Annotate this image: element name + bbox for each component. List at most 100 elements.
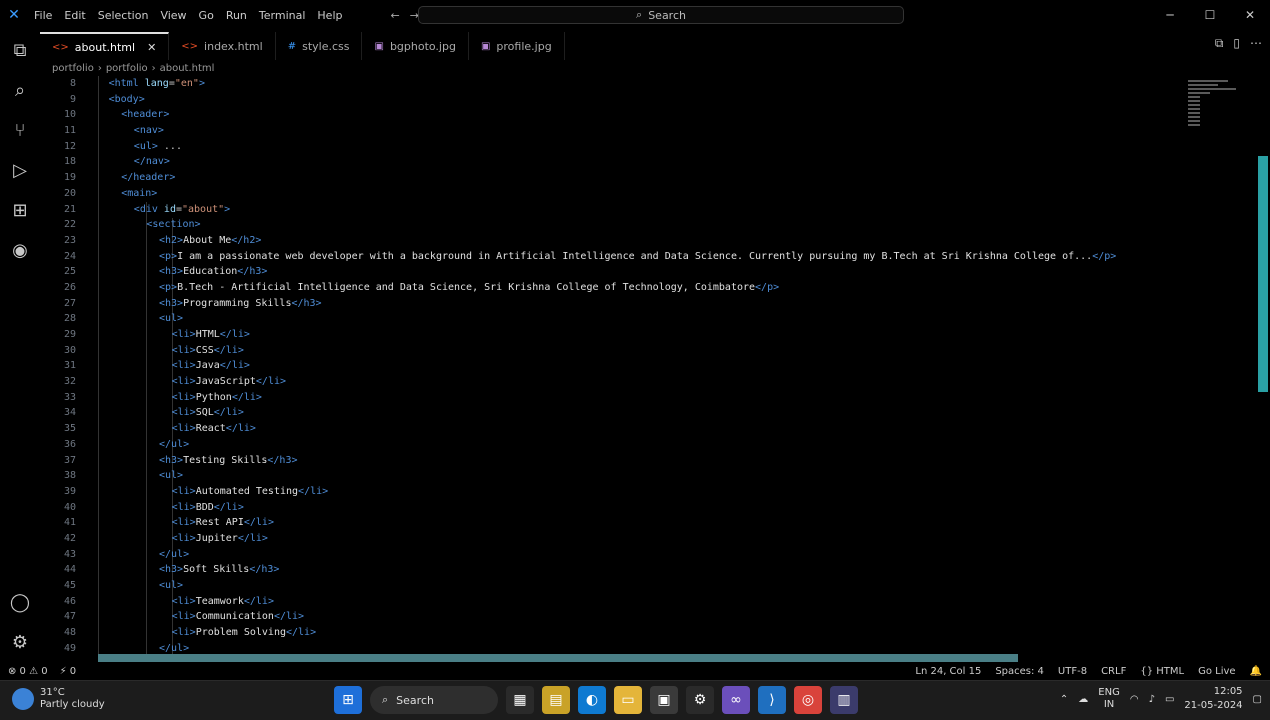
code-line[interactable]: 23 <h2>About Me</h2> — [40, 233, 1256, 249]
code-line[interactable]: 45 <ul> — [40, 578, 1256, 594]
back-arrow-icon[interactable]: ← — [390, 9, 399, 22]
breadcrumb-item[interactable]: portfolio — [52, 63, 94, 74]
notification-icon[interactable]: ▢ — [1253, 694, 1262, 705]
visual-studio-icon[interactable]: ∞ — [722, 686, 750, 714]
code-line[interactable]: 30 <li>CSS</li> — [40, 343, 1256, 359]
run-debug-icon[interactable]: ▷ — [0, 150, 40, 190]
tab-profile-jpg[interactable]: ▣ profile.jpg — [469, 32, 565, 60]
clock[interactable]: 12:05 21-05-2024 — [1184, 685, 1242, 713]
menu-item-selection[interactable]: Selection — [98, 9, 149, 22]
command-search-box[interactable]: ⌕ Search — [418, 6, 904, 24]
battery-icon[interactable]: ▭ — [1165, 694, 1174, 705]
code-line[interactable]: 49 </ul> — [40, 641, 1256, 654]
status-right-item[interactable]: Spaces: 4 — [995, 666, 1044, 677]
code-line[interactable]: 8 <html lang="en"> — [40, 76, 1256, 92]
breadcrumb-item[interactable]: portfolio — [106, 63, 148, 74]
code-line[interactable]: 37 <h3>Testing Skills</h3> — [40, 453, 1256, 469]
menu-item-file[interactable]: File — [34, 9, 52, 22]
code-line[interactable]: 47 <li>Communication</li> — [40, 609, 1256, 625]
menu-item-run[interactable]: Run — [226, 9, 247, 22]
code-line[interactable]: 20 <main> — [40, 186, 1256, 202]
code-line[interactable]: 10 <header> — [40, 107, 1256, 123]
copilot-icon[interactable]: ◉ — [0, 230, 40, 270]
status-right-item[interactable]: Go Live — [1198, 666, 1235, 677]
status-right-item[interactable]: UTF-8 — [1058, 666, 1087, 677]
tab-style-css[interactable]: # style.css — [276, 32, 363, 60]
tray-chevron-icon[interactable]: ⌃ — [1060, 694, 1068, 705]
code-line[interactable]: 48 <li>Problem Solving</li> — [40, 625, 1256, 641]
code-line[interactable]: 41 <li>Rest API</li> — [40, 515, 1256, 531]
layout-icon[interactable]: ▯ — [1233, 36, 1240, 51]
start-icon[interactable]: ⊞ — [334, 686, 362, 714]
menu-item-help[interactable]: Help — [317, 9, 342, 22]
status-right-item[interactable]: {} HTML — [1140, 666, 1184, 677]
vscode-icon[interactable]: ⟩ — [758, 686, 786, 714]
tab-about-html[interactable]: <> about.html ✕ — [40, 32, 170, 60]
code-line[interactable]: 42 <li>Jupiter</li> — [40, 531, 1256, 547]
menu-item-go[interactable]: Go — [199, 9, 214, 22]
code-line[interactable]: 18 </nav> — [40, 154, 1256, 170]
settings-icon[interactable]: ⚙ — [686, 686, 714, 714]
code-line[interactable]: 32 <li>JavaScript</li> — [40, 374, 1256, 390]
code-line[interactable]: 39 <li>Automated Testing</li> — [40, 484, 1256, 500]
code-line[interactable]: 46 <li>Teamwork</li> — [40, 594, 1256, 610]
source-control-icon[interactable]: ⑂ — [0, 110, 40, 150]
status-left-item[interactable]: ⊗ 0 ⚠ 0 — [8, 666, 48, 677]
minimap[interactable] — [1188, 78, 1248, 148]
status-right-item[interactable]: 🔔 — [1250, 666, 1262, 677]
code-line[interactable]: 9 <body> — [40, 92, 1256, 108]
notes-icon[interactable]: ▤ — [542, 686, 570, 714]
status-left-item[interactable]: ⚡ 0 — [60, 666, 77, 677]
code-line[interactable]: 28 <ul> — [40, 311, 1256, 327]
settings-gear-icon[interactable]: ⚙ — [0, 622, 40, 662]
volume-icon[interactable]: ♪ — [1149, 694, 1155, 705]
code-line[interactable]: 19 </header> — [40, 170, 1256, 186]
close-icon[interactable]: ✕ — [1230, 0, 1270, 30]
code-line[interactable]: 43 </ul> — [40, 547, 1256, 563]
code-line[interactable]: 26 <p>B.Tech - Artificial Intelligence an… — [40, 280, 1256, 296]
search-icon[interactable]: ⌕ — [0, 70, 40, 110]
horizontal-scrollbar[interactable] — [98, 654, 1018, 662]
explorer-icon[interactable]: ⧉ — [0, 30, 40, 70]
menu-item-edit[interactable]: Edit — [64, 9, 85, 22]
tab-index-html[interactable]: <> index.html — [169, 32, 276, 60]
code-line[interactable]: 35 <li>React</li> — [40, 421, 1256, 437]
breadcrumb-item[interactable]: about.html — [160, 63, 215, 74]
status-right-item[interactable]: CRLF — [1101, 666, 1126, 677]
menu-item-terminal[interactable]: Terminal — [259, 9, 306, 22]
weather-widget[interactable]: 31°C Partly cloudy — [12, 687, 105, 711]
code-line[interactable]: 12 <ul> ... — [40, 139, 1256, 155]
language-indicator[interactable]: ENG IN — [1098, 687, 1120, 711]
status-right-item[interactable]: Ln 24, Col 15 — [915, 666, 981, 677]
code-line[interactable]: 40 <li>BDD</li> — [40, 500, 1256, 516]
menu-item-view[interactable]: View — [160, 9, 186, 22]
code-line[interactable]: 24 <p>I am a passionate web developer wit… — [40, 249, 1256, 265]
code-line[interactable]: 22 <section> — [40, 217, 1256, 233]
code-line[interactable]: 44 <h3>Soft Skills</h3> — [40, 562, 1256, 578]
taskbar-search-box[interactable]: ⌕ Search — [370, 686, 498, 714]
folder-icon[interactable]: ▭ — [614, 686, 642, 714]
account-icon[interactable]: ◯ — [0, 582, 40, 622]
code-line[interactable]: 21 <div id="about"> — [40, 202, 1256, 218]
code-line[interactable]: 25 <h3>Education</h3> — [40, 264, 1256, 280]
chrome-icon[interactable]: ◎ — [794, 686, 822, 714]
code-line[interactable]: 36 </ul> — [40, 437, 1256, 453]
code-line[interactable]: 33 <li>Python</li> — [40, 390, 1256, 406]
minimize-icon[interactable]: ─ — [1150, 0, 1190, 30]
onedrive-icon[interactable]: ☁ — [1078, 694, 1088, 705]
app-icon[interactable]: ▥ — [830, 686, 858, 714]
vertical-scrollbar[interactable] — [1258, 156, 1268, 392]
code-line[interactable]: 31 <li>Java</li> — [40, 358, 1256, 374]
edge-icon[interactable]: ◐ — [578, 686, 606, 714]
code-line[interactable]: 38 <ul> — [40, 468, 1256, 484]
code-line[interactable]: 11 <nav> — [40, 123, 1256, 139]
more-actions-icon[interactable]: ⋯ — [1250, 36, 1262, 51]
code-line[interactable]: 29 <li>HTML</li> — [40, 327, 1256, 343]
tab-close-icon[interactable]: ✕ — [147, 41, 156, 54]
code-line[interactable]: 34 <li>SQL</li> — [40, 405, 1256, 421]
code-line[interactable]: 27 <h3>Programming Skills</h3> — [40, 296, 1256, 312]
tab-bgphoto-jpg[interactable]: ▣ bgphoto.jpg — [362, 32, 469, 60]
split-editor-icon[interactable]: ⧉ — [1215, 36, 1224, 51]
file-explorer-icon[interactable]: ▦ — [506, 686, 534, 714]
code-editor[interactable]: 8 <html lang="en"> 9 <body> 10 <header> 11 <nav… — [40, 76, 1256, 654]
